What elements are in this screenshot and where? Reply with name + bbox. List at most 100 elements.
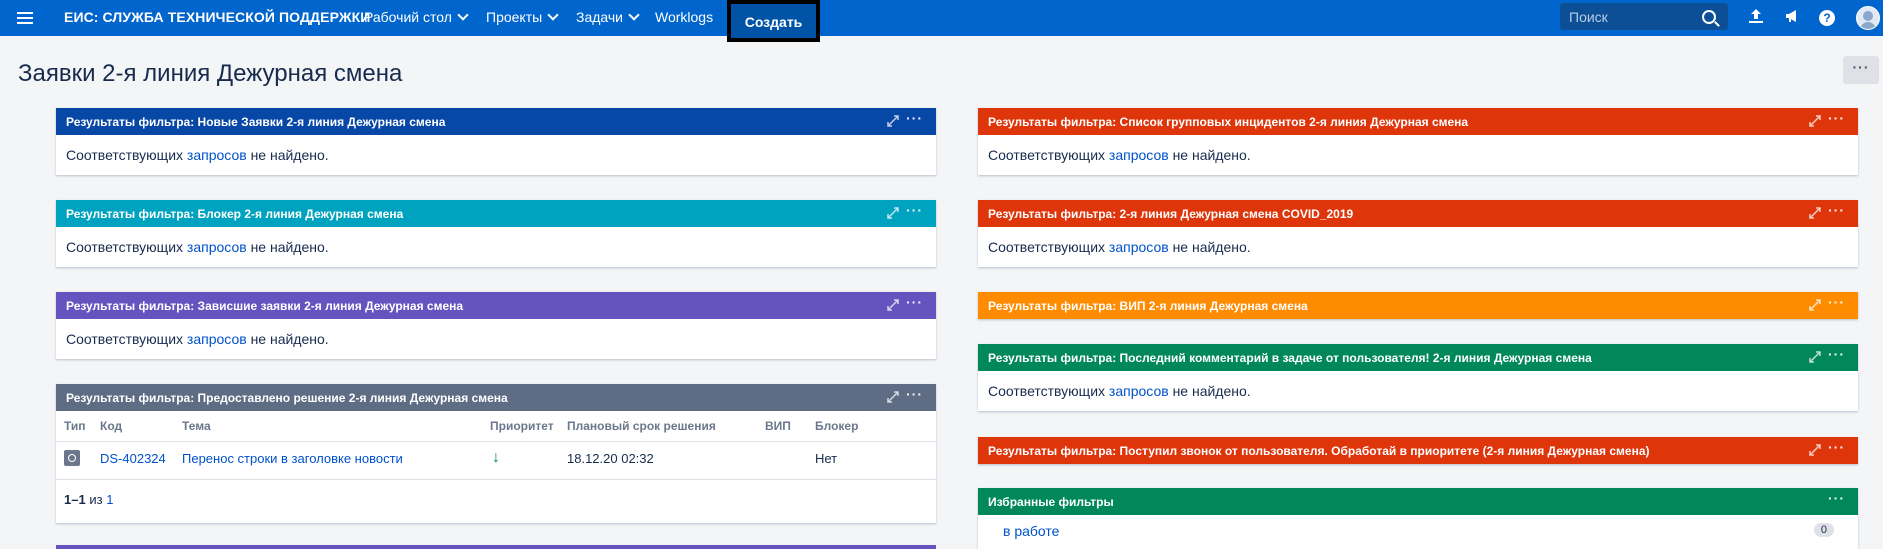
gadget-menu-icon[interactable]: ··· [906, 202, 923, 218]
empty-prefix: Соответствующих [988, 239, 1106, 255]
header-divider [56, 441, 936, 442]
gadget-menu-icon[interactable]: ··· [906, 386, 923, 402]
gadget-header: Результаты фильтра: Новые Заявки 2-я лин… [56, 108, 936, 135]
gadget-header: Избранные фильтры ··· [978, 488, 1858, 515]
empty-suffix: не найдено. [250, 147, 329, 163]
expand-icon[interactable] [1809, 207, 1821, 219]
gadget-menu-icon[interactable]: ··· [906, 110, 923, 126]
expand-icon[interactable] [887, 391, 899, 403]
issue-type-icon [64, 450, 80, 466]
col-header-due-date[interactable]: Плановый срок решения [567, 419, 716, 433]
expand-icon[interactable] [1809, 351, 1821, 363]
col-header-summary[interactable]: Тема [182, 419, 211, 433]
gadget-header: Результаты фильтра: Предоставлено решени… [56, 384, 936, 411]
gadget-menu-icon[interactable]: ··· [1828, 202, 1845, 218]
gadget-title: Результаты фильтра: Список групповых инц… [988, 115, 1469, 129]
help-glyph: ? [1819, 10, 1835, 26]
chevron-down-icon [547, 9, 559, 21]
col-header-type[interactable]: Тип [64, 419, 86, 433]
issue-key-link[interactable]: DS-402324 [100, 451, 166, 466]
empty-prefix: Соответствующих [66, 239, 184, 255]
empty-suffix: не найдено. [250, 331, 329, 347]
issue-blocker: Нет [815, 451, 838, 466]
col-header-vip[interactable]: ВИП [765, 419, 791, 433]
gadget-menu-icon[interactable]: ··· [1828, 490, 1845, 506]
issue-due-date: 18.12.20 02:32 [567, 451, 654, 466]
chevron-down-icon [457, 9, 469, 21]
gadget-title: Результаты фильтра: Предоставлено решени… [66, 391, 508, 405]
user-avatar[interactable] [1856, 6, 1880, 30]
col-header-priority[interactable]: Приоритет [490, 419, 554, 433]
chevron-down-icon [628, 9, 640, 21]
page-title: Заявки 2-я линия Дежурная смена [18, 60, 403, 87]
gadget-menu-icon[interactable]: ··· [1828, 439, 1845, 455]
gadget-menu-icon[interactable]: ··· [1828, 294, 1845, 310]
requests-link[interactable]: запросов [1109, 383, 1169, 399]
create-button-highlight: Создать [727, 0, 820, 42]
pager-total-link[interactable]: 1 [106, 492, 113, 507]
requests-link[interactable]: запросов [187, 147, 247, 163]
nav-issues-label: Задачи [576, 9, 624, 25]
gadget-stuck-requests: Результаты фильтра: Зависшие заявки 2-я … [56, 292, 936, 359]
gadget-header: Результаты фильтра: Зависшие заявки 2-я … [56, 292, 936, 319]
no-results-message: Соответствующих запросов не найдено. [56, 135, 936, 175]
search-placeholder: Поиск [1569, 9, 1608, 25]
list-item: в работе 0 [978, 515, 1858, 545]
upload-icon[interactable] [1745, 7, 1767, 29]
empty-suffix: не найдено. [1172, 147, 1251, 163]
table-row: DS-402324 [100, 451, 166, 466]
site-brand[interactable]: ЕИС: СЛУЖБА ТЕХНИЧЕСКОЙ ПОДДЕРЖКИ [64, 9, 370, 25]
gadget-header: Результаты фильтра: Список групповых инц… [978, 108, 1858, 135]
dashboard-more-button[interactable]: ··· [1843, 56, 1879, 84]
gadget-menu-icon[interactable]: ··· [906, 294, 923, 310]
expand-icon[interactable] [887, 115, 899, 127]
issues-table: Тип Код Тема Приоритет Плановый срок реш… [56, 411, 936, 523]
help-icon[interactable]: ? [1816, 7, 1838, 29]
requests-link[interactable]: запросов [187, 331, 247, 347]
app-switcher-menu-icon[interactable] [14, 8, 36, 28]
gadget-title: Результаты фильтра: Поступил звонок от п… [988, 444, 1650, 458]
nav-dashboards-menu[interactable]: Рабочий стол [364, 9, 469, 25]
gadget-title: Результаты фильтра: Последний комментари… [988, 351, 1592, 365]
expand-icon[interactable] [1809, 115, 1821, 127]
gadget-new-requests: Результаты фильтра: Новые Заявки 2-я лин… [56, 108, 936, 175]
requests-link[interactable]: запросов [1109, 147, 1169, 163]
empty-prefix: Соответствующих [988, 383, 1106, 399]
create-button[interactable]: Создать [741, 11, 806, 33]
gadget-title: Результаты фильтра: Новые Заявки 2-я лин… [66, 115, 446, 129]
favorite-filter-link[interactable]: в работе [1003, 523, 1059, 539]
gadget-title: Результаты фильтра: Блокер 2-я линия Деж… [66, 207, 404, 221]
row-divider [56, 479, 936, 480]
pager-range: 1–1 [64, 492, 86, 507]
nav-worklogs-link[interactable]: Worklogs [655, 9, 713, 25]
nav-issues-menu[interactable]: Задачи [576, 9, 640, 25]
gadget-title: Результаты фильтра: ВИП 2-я линия Дежурн… [988, 299, 1308, 313]
expand-icon[interactable] [1809, 444, 1821, 456]
gadget-covid: Результаты фильтра: 2-я линия Дежурная с… [978, 200, 1858, 267]
gadget-header: Результаты фильтра: 2-я линия Дежурная с… [978, 200, 1858, 227]
gadget-menu-icon[interactable]: ··· [1828, 346, 1845, 362]
expand-icon[interactable] [887, 299, 899, 311]
empty-suffix: не найдено. [1172, 383, 1251, 399]
search-input[interactable]: Поиск [1560, 3, 1728, 30]
expand-icon[interactable] [887, 207, 899, 219]
next-gadget-header-edge [56, 545, 936, 549]
no-results-message: Соответствующих запросов не найдено. [56, 319, 936, 359]
gadget-blocker: Результаты фильтра: Блокер 2-я линия Деж… [56, 200, 936, 267]
requests-link[interactable]: запросов [1109, 239, 1169, 255]
issue-summary-link[interactable]: Перенос строки в заголовке новости [182, 451, 403, 466]
empty-prefix: Соответствующих [66, 147, 184, 163]
col-header-key[interactable]: Код [100, 419, 122, 433]
expand-icon[interactable] [1809, 299, 1821, 311]
col-header-blocker[interactable]: Блокер [815, 419, 858, 433]
nav-dashboards-label: Рабочий стол [364, 9, 452, 25]
pager-of: из [89, 492, 103, 507]
nav-projects-menu[interactable]: Проекты [486, 9, 559, 25]
gadget-header: Результаты фильтра: Блокер 2-я линия Деж… [56, 200, 936, 227]
gadget-menu-icon[interactable]: ··· [1828, 110, 1845, 126]
gadget-vip: Результаты фильтра: ВИП 2-я линия Дежурн… [978, 292, 1858, 319]
requests-link[interactable]: запросов [187, 239, 247, 255]
notifications-megaphone-icon[interactable] [1781, 7, 1803, 29]
gadget-header: Результаты фильтра: Последний комментари… [978, 344, 1858, 371]
gadget-header: Результаты фильтра: Поступил звонок от п… [978, 437, 1858, 464]
